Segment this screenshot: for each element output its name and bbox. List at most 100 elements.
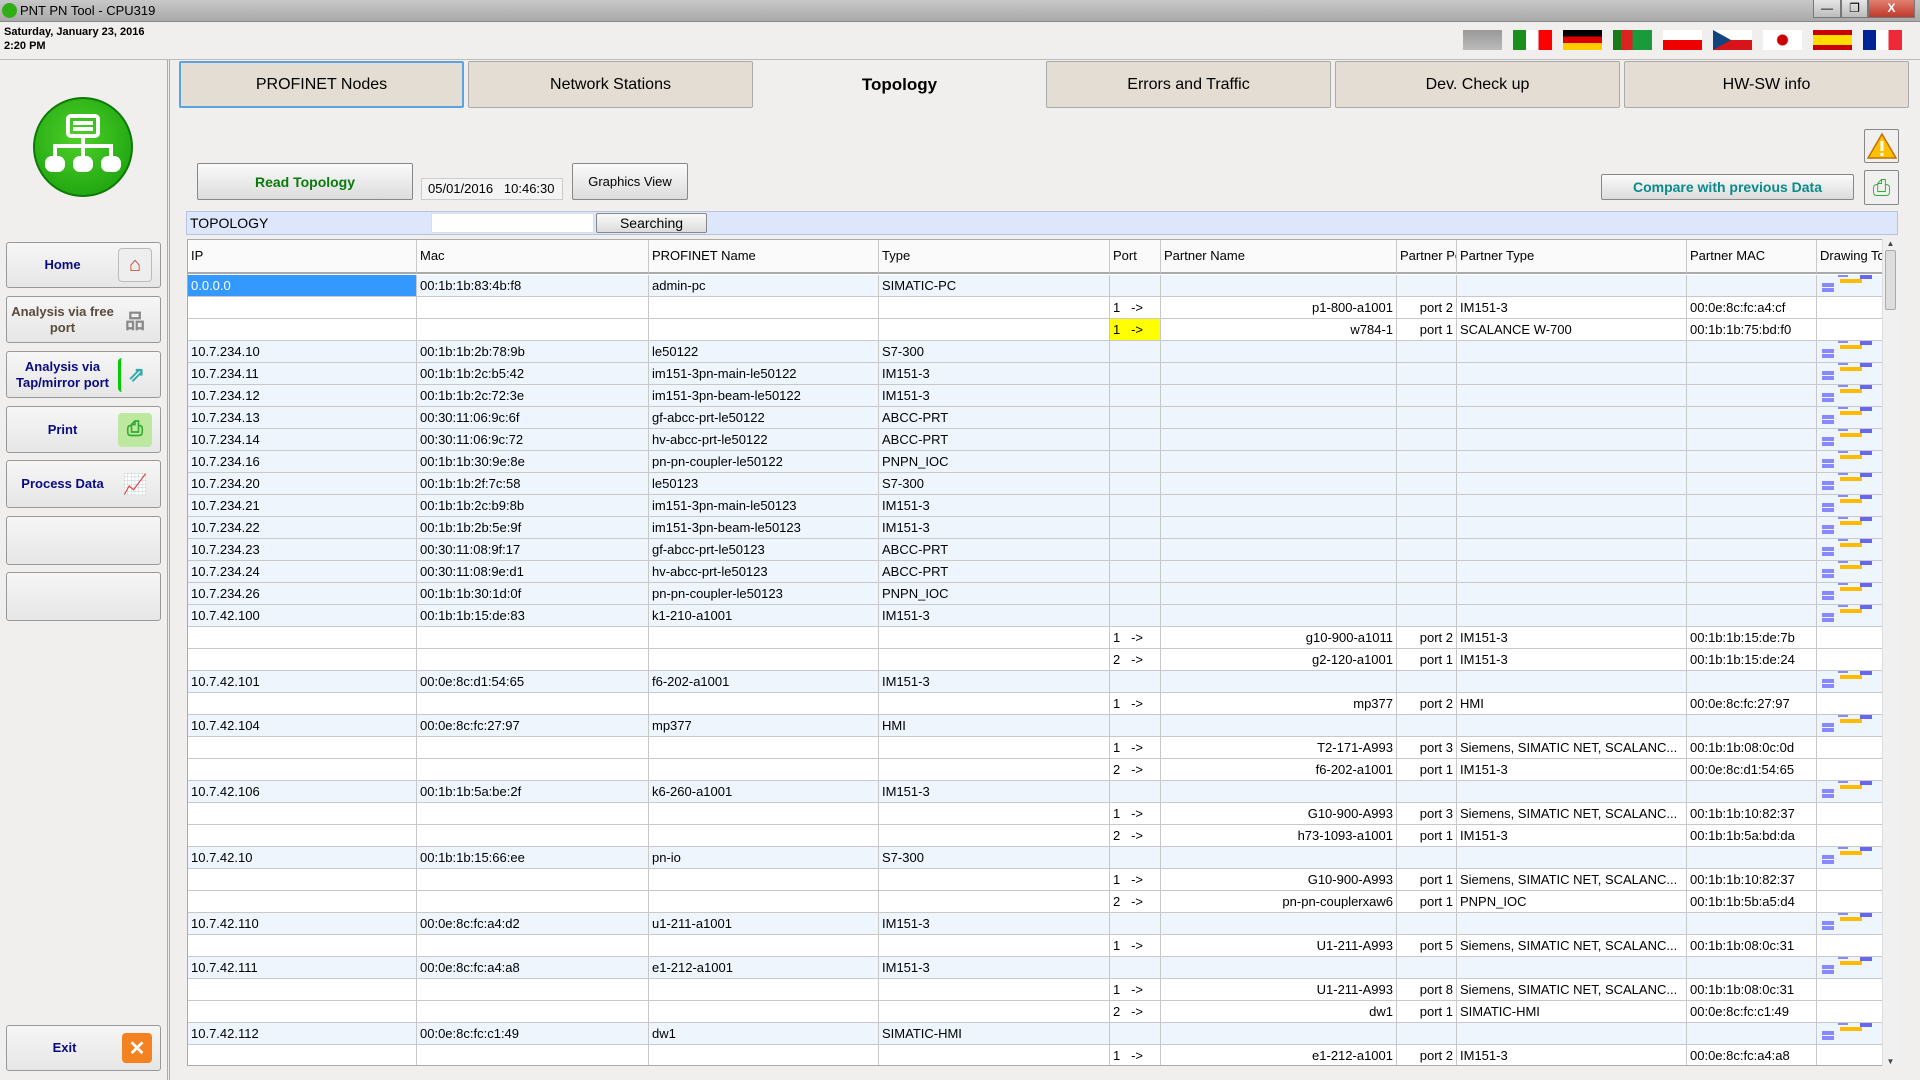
topology-drawing-icon[interactable]	[1820, 715, 1876, 732]
device-row[interactable]: 10.7.42.111 00:0e:8c:fc:a4:a8 e1-212-a1001…	[188, 957, 1883, 979]
uk-flag-icon[interactable]	[1463, 30, 1502, 50]
vertical-scrollbar[interactable]: ▲ ▼	[1882, 239, 1898, 1066]
port-row[interactable]: 1 -> g10-900-a1011 port 2 IM151-3 00:1b:1b:1…	[188, 627, 1883, 649]
port-row[interactable]: 1 -> G10-900-A993 port 1 Siemens, SIMATIC N…	[188, 869, 1883, 891]
topology-drawing-icon[interactable]	[1820, 913, 1876, 930]
device-row[interactable]: 10.7.42.10 00:1b:1b:15:66:ee pn-io S7-300	[188, 847, 1883, 869]
topology-drawing-icon[interactable]	[1820, 605, 1876, 622]
port-row[interactable]: 1 -> G10-900-A993 port 3 Siemens, SIMATIC N…	[188, 803, 1883, 825]
device-row[interactable]: 10.7.42.100 00:1b:1b:15:de:83 k1-210-a1001…	[188, 605, 1883, 627]
device-row[interactable]: 0.0.0.0 00:1b:1b:83:4b:f8 admin-pc SIMATIC-…	[188, 275, 1883, 297]
port-row[interactable]: 1 -> U1-211-A993 port 8 Siemens, SIMATIC NE…	[188, 979, 1883, 1001]
print-compare-button[interactable]: ⎙	[1864, 170, 1899, 205]
germany-flag-icon[interactable]	[1563, 30, 1602, 50]
port-row[interactable]: 1 -> mp377 port 2 HMI 00:0e:8c:fc:27:97	[188, 693, 1883, 715]
column-header-partner-type[interactable]: Partner Type	[1457, 240, 1687, 274]
device-row[interactable]: 10.7.234.14 00:30:11:06:9c:72 hv-abcc-prt-…	[188, 429, 1883, 451]
topology-drawing-icon[interactable]	[1820, 341, 1876, 358]
search-input[interactable]	[431, 213, 594, 233]
korea-flag-icon[interactable]	[1763, 30, 1802, 50]
column-header-partner-mac[interactable]: Partner MAC	[1687, 240, 1817, 274]
column-header-port[interactable]: Port	[1110, 240, 1161, 274]
port-row[interactable]: 2 -> pn-pn-couplerxaw6 port 1 PNPN_IOC 00:1b…	[188, 891, 1883, 913]
device-row[interactable]: 10.7.234.13 00:30:11:06:9c:6f gf-abcc-prt-…	[188, 407, 1883, 429]
device-row[interactable]: 10.7.234.23 00:30:11:08:9f:17 gf-abcc-prt-…	[188, 539, 1883, 561]
topology-drawing-icon[interactable]	[1820, 429, 1876, 446]
port-row[interactable]: 2 -> dw1 port 1 SIMATIC-HMI 00:0e:8c:fc:c1:4…	[188, 1001, 1883, 1023]
topology-drawing-icon[interactable]	[1820, 539, 1876, 556]
port-row[interactable]: 2 -> f6-202-a1001 port 1 IM151-3 00:0e:8c:d1…	[188, 759, 1883, 781]
close-button[interactable]: X	[1868, 0, 1915, 18]
topology-drawing-icon[interactable]	[1820, 957, 1876, 974]
device-row[interactable]: 10.7.234.11 00:1b:1b:2c:b5:42 im151-3pn-ma…	[188, 363, 1883, 385]
topology-drawing-icon[interactable]	[1820, 561, 1876, 578]
device-row[interactable]: 10.7.42.104 00:0e:8c:fc:27:97 mp377 HMI	[188, 715, 1883, 737]
topology-drawing-icon[interactable]	[1820, 451, 1876, 468]
graphics-view-button[interactable]: Graphics View	[572, 163, 688, 200]
column-header-partner-name[interactable]: Partner Name	[1161, 240, 1397, 274]
topology-drawing-icon[interactable]	[1820, 407, 1876, 424]
scroll-down-icon[interactable]: ▼	[1883, 1057, 1898, 1066]
print-button[interactable]: Print ⎙	[6, 406, 161, 453]
topology-drawing-icon[interactable]	[1820, 847, 1876, 864]
warning-button[interactable]	[1864, 129, 1899, 163]
restore-button[interactable]: ❐	[1841, 0, 1868, 18]
exit-button[interactable]: Exit ✕	[6, 1025, 161, 1071]
topology-drawing-icon[interactable]	[1820, 781, 1876, 798]
empty-sidebar-button-2[interactable]	[6, 572, 161, 621]
topology-drawing-icon[interactable]	[1820, 473, 1876, 490]
device-row[interactable]: 10.7.234.20 00:1b:1b:2f:7c:58 le50123 S7-30…	[188, 473, 1883, 495]
device-row[interactable]: 10.7.42.110 00:0e:8c:fc:a4:d2 u1-211-a1001…	[188, 913, 1883, 935]
topology-drawing-icon[interactable]	[1820, 583, 1876, 600]
topology-drawing-icon[interactable]	[1820, 385, 1876, 402]
spain-flag-icon[interactable]	[1813, 30, 1852, 50]
czech-flag-icon[interactable]	[1713, 30, 1752, 50]
scroll-up-icon[interactable]: ▲	[1883, 239, 1898, 248]
column-header-type[interactable]: Type	[879, 240, 1110, 274]
device-row[interactable]: 10.7.234.16 00:1b:1b:30:9e:8e pn-pn-couple…	[188, 451, 1883, 473]
search-button[interactable]: Searching	[596, 213, 707, 233]
tab-dev-check-up[interactable]: Dev. Check up	[1335, 61, 1620, 108]
topology-drawing-icon[interactable]	[1820, 495, 1876, 512]
tab-profinet-nodes[interactable]: PROFINET Nodes	[179, 61, 464, 108]
column-header-mac[interactable]: Mac	[417, 240, 649, 274]
topology-drawing-icon[interactable]	[1820, 363, 1876, 380]
tab-network-stations[interactable]: Network Stations	[468, 61, 753, 108]
topology-drawing-icon[interactable]	[1820, 1023, 1876, 1040]
device-row[interactable]: 10.7.42.101 00:0e:8c:d1:54:65 f6-202-a1001…	[188, 671, 1883, 693]
device-row[interactable]: 10.7.234.10 00:1b:1b:2b:78:9b le50122 S7-30…	[188, 341, 1883, 363]
port-row[interactable]: 2 -> g2-120-a1001 port 1 IM151-3 00:1b:1b:15…	[188, 649, 1883, 671]
france-flag-icon[interactable]	[1863, 30, 1902, 50]
port-row[interactable]: 1 -> U1-211-A993 port 5 Siemens, SIMATIC NE…	[188, 935, 1883, 957]
process-data-button[interactable]: Process Data 📈	[6, 460, 161, 508]
port-row[interactable]: 1 -> T2-171-A993 port 3 Siemens, SIMATIC NE…	[188, 737, 1883, 759]
column-header-partner-port[interactable]: Partner Port	[1397, 240, 1457, 274]
device-row[interactable]: 10.7.234.26 00:1b:1b:30:1d:0f pn-pn-couple…	[188, 583, 1883, 605]
column-header-drawing-topology[interactable]: Drawing Topology	[1817, 240, 1883, 274]
minimize-button[interactable]: —	[1813, 0, 1841, 18]
tab-errors-traffic[interactable]: Errors and Traffic	[1046, 61, 1331, 108]
scrollbar-thumb[interactable]	[1885, 250, 1896, 310]
poland-flag-icon[interactable]	[1663, 30, 1702, 50]
italy-flag-icon[interactable]	[1513, 30, 1552, 50]
topology-drawing-icon[interactable]	[1820, 517, 1876, 534]
column-header-profinet-name[interactable]: PROFINET Name	[649, 240, 879, 274]
port-row[interactable]: 1 -> p1-800-a1001 port 2 IM151-3 00:0e:8c:fc…	[188, 297, 1883, 319]
port-row[interactable]: 1 -> e1-212-a1001 port 2 IM151-3 00:0e:8c:fc…	[188, 1045, 1883, 1065]
empty-sidebar-button-1[interactable]	[6, 516, 161, 565]
home-button[interactable]: Home ⌂	[6, 242, 161, 288]
device-row[interactable]: 10.7.234.21 00:1b:1b:2c:b9:8b im151-3pn-ma…	[188, 495, 1883, 517]
device-row[interactable]: 10.7.234.12 00:1b:1b:2c:72:3e im151-3pn-be…	[188, 385, 1883, 407]
port-row[interactable]: 1 -> w784-1 port 1 SCALANCE W-700 00:1b:1b:7…	[188, 319, 1883, 341]
column-header-ip[interactable]: IP	[188, 240, 417, 274]
analysis-tap-mirror-button[interactable]: Analysis via Tap/mirror port ⇗	[6, 351, 161, 398]
tab-topology[interactable]: Topology	[757, 61, 1042, 108]
tab-hw-sw-info[interactable]: HW-SW info	[1624, 61, 1909, 108]
portugal-brazil-flag-icon[interactable]	[1613, 30, 1652, 50]
device-row[interactable]: 10.7.234.22 00:1b:1b:2b:5e:9f im151-3pn-be…	[188, 517, 1883, 539]
topology-drawing-icon[interactable]	[1820, 671, 1876, 688]
device-row[interactable]: 10.7.234.24 00:30:11:08:9e:d1 hv-abcc-prt-…	[188, 561, 1883, 583]
device-row[interactable]: 10.7.42.112 00:0e:8c:fc:c1:49 dw1 SIMATIC-H…	[188, 1023, 1883, 1045]
analysis-free-port-button[interactable]: Analysis via free port 品	[6, 296, 161, 343]
compare-previous-button[interactable]: Compare with previous Data	[1601, 174, 1854, 200]
